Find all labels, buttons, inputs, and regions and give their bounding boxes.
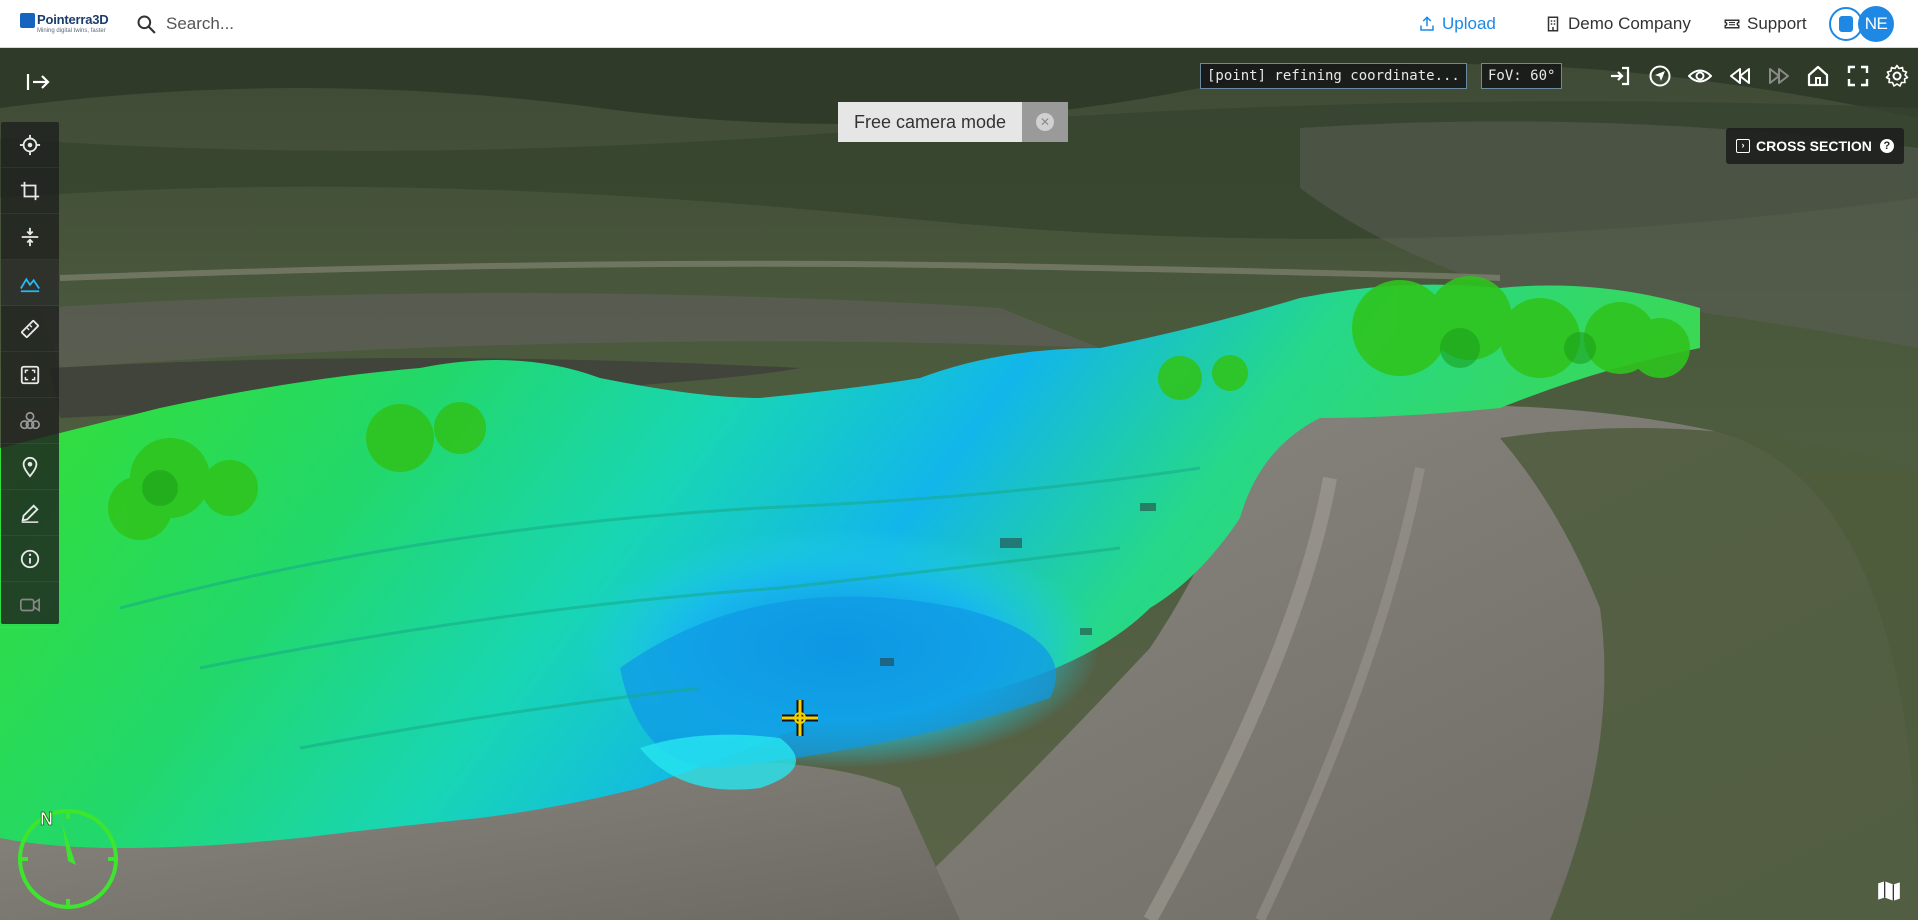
ticket-icon (1724, 19, 1740, 29)
navigate-icon (1649, 65, 1671, 87)
support-label: Support (1747, 14, 1807, 33)
top-bar: Pointerra3D Mining digital twins, faster… (0, 0, 1918, 48)
close-icon: ✕ (1036, 113, 1055, 131)
point-cloud-scene (0, 48, 1918, 920)
camera-mode-label: Free camera mode (838, 102, 1023, 142)
expand-panel-button[interactable] (24, 70, 52, 94)
terrain-tool-button[interactable] (1, 260, 59, 306)
eye-icon (1688, 69, 1712, 83)
location-tool-button[interactable] (1, 444, 59, 490)
forward-icon (1769, 68, 1789, 84)
target-icon (19, 134, 41, 155)
expand-arrow-icon (26, 74, 50, 90)
rewind-icon (1730, 68, 1750, 84)
layers-cluster-icon (20, 411, 40, 429)
pen-icon (21, 503, 39, 523)
vertical-split-icon (21, 227, 39, 246)
building-icon (1547, 16, 1559, 32)
settings-button[interactable] (1884, 63, 1910, 89)
logo-name: Pointerra3D (37, 12, 109, 27)
3d-viewport[interactable]: Free camera mode ✕ [point] refining coor… (0, 48, 1918, 920)
home-icon (1807, 65, 1829, 87)
map-pin-icon (22, 456, 38, 478)
upload-icon (1420, 16, 1434, 31)
logo-tagline: Mining digital twins, faster (37, 28, 106, 34)
crop-tool-button[interactable] (1, 168, 59, 214)
crop-icon (20, 181, 40, 200)
compass-icon: N (18, 809, 118, 909)
vertical-split-tool-button[interactable] (1, 214, 59, 260)
fov-readout: FoV: 60° (1481, 63, 1563, 89)
area-frame-icon (20, 365, 40, 384)
map-toggle-button[interactable] (1876, 878, 1902, 904)
area-tool-button[interactable] (1, 352, 59, 398)
rewind-button[interactable] (1727, 63, 1753, 89)
logo-mark-icon (20, 13, 35, 28)
video-tool-button[interactable] (1, 582, 59, 628)
company-label: Demo Company (1568, 14, 1691, 33)
login-icon (1611, 66, 1630, 86)
settings-icon (1885, 64, 1909, 87)
compass[interactable]: N (14, 805, 122, 913)
video-camera-icon (20, 597, 40, 612)
upload-label: Upload (1442, 14, 1496, 33)
fullscreen-button[interactable] (1845, 63, 1871, 89)
target-tool-button[interactable] (1, 122, 59, 168)
camera-mode-close-button[interactable]: ✕ (1022, 102, 1069, 142)
search-input[interactable] (166, 14, 506, 34)
cross-section-label: CROSS SECTION (1756, 138, 1872, 154)
cross-section-button[interactable]: › CROSS SECTION ? (1726, 128, 1904, 164)
support-button[interactable]: Support (1723, 11, 1807, 37)
point-status-readout: [point] refining coordinate... (1200, 63, 1467, 89)
upload-button[interactable]: Upload (1418, 11, 1496, 37)
measure-tool-button[interactable] (1, 306, 59, 352)
fullscreen-icon (1847, 65, 1869, 87)
company-selector[interactable]: Demo Company (1544, 11, 1691, 37)
home-view-button[interactable] (1805, 63, 1831, 89)
navigate-button[interactable] (1647, 63, 1673, 89)
help-icon[interactable]: ? (1879, 139, 1894, 153)
camera-mode-banner: Free camera mode ✕ (838, 102, 1069, 142)
cross-section-icon: › (1736, 139, 1750, 153)
search-bar[interactable] (136, 11, 536, 37)
draw-tool-button[interactable] (1, 490, 59, 536)
terrain-icon (20, 277, 40, 292)
visibility-button[interactable] (1687, 63, 1713, 89)
user-avatar[interactable]: NE (1858, 6, 1894, 42)
tools-toolbar (1, 122, 59, 628)
layers-tool-button[interactable] (1, 398, 59, 444)
map-icon (1878, 881, 1900, 901)
compass-north-label: N (40, 809, 53, 829)
ruler-icon (21, 319, 39, 338)
enter-view-button[interactable] (1607, 63, 1633, 89)
pointerra-logo[interactable]: Pointerra3D Mining digital twins, faster (20, 10, 120, 38)
info-tool-button[interactable] (1, 536, 59, 582)
info-icon (20, 549, 40, 568)
search-icon (137, 15, 156, 34)
forward-button[interactable] (1766, 63, 1792, 89)
